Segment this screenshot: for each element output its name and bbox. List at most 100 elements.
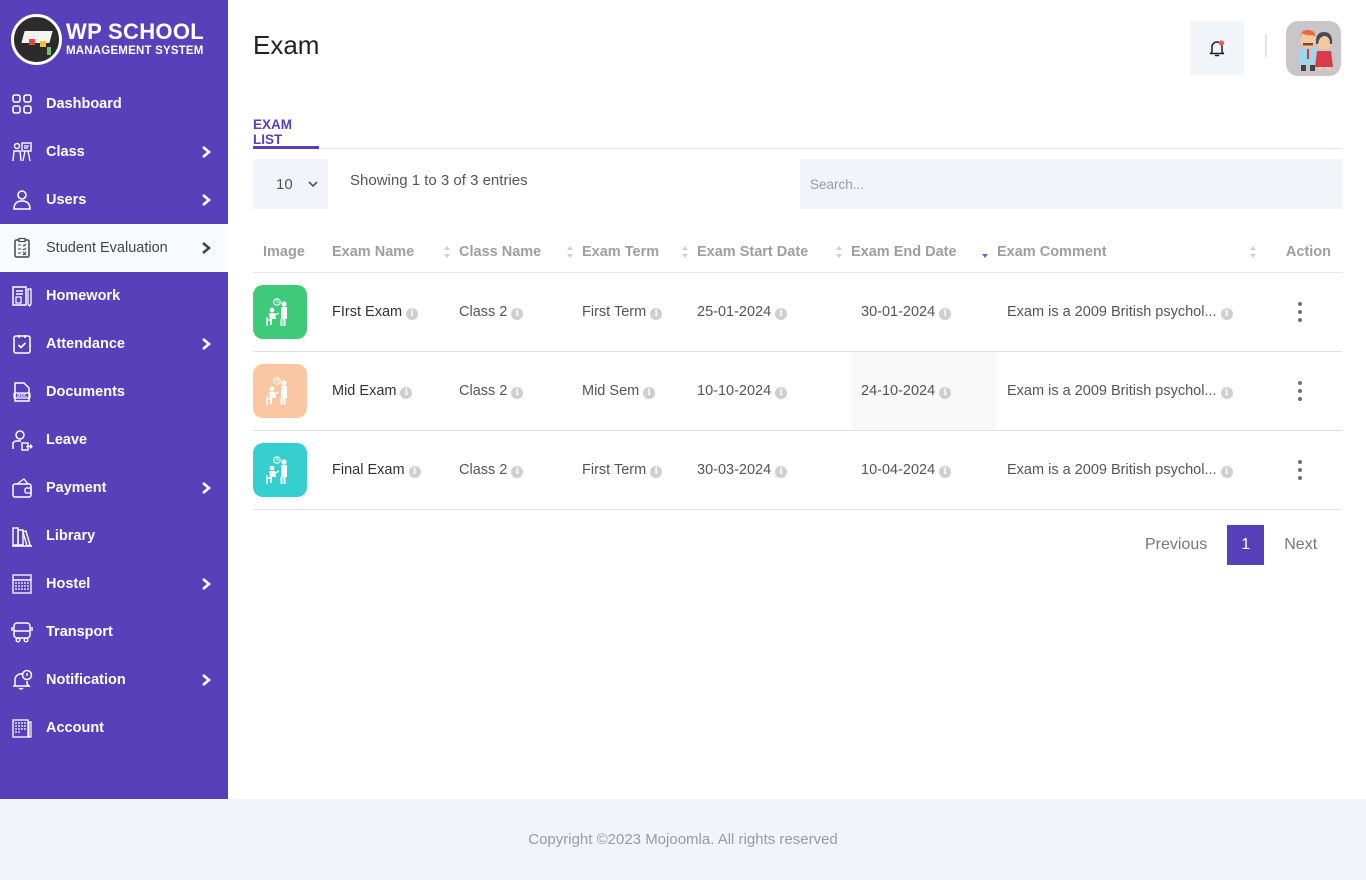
attendance-icon — [11, 333, 33, 355]
sidebar-item-label: Dashboard — [46, 96, 122, 112]
info-icon[interactable]: i — [408, 465, 421, 478]
sidebar-item-label: Account — [46, 720, 104, 736]
page-1-button[interactable]: 1 — [1227, 525, 1265, 565]
sidebar-item-users[interactable]: Users — [0, 176, 228, 224]
library-icon — [11, 525, 33, 547]
info-icon[interactable]: i — [511, 307, 524, 320]
sidebar-item-label: Documents — [46, 384, 125, 400]
info-icon[interactable]: i — [939, 386, 952, 399]
chevron-down-icon — [308, 181, 318, 188]
exam-name-cell: Final Exam i — [332, 430, 459, 510]
sidebar-item-leave[interactable]: Leave — [0, 416, 228, 464]
brand-title: WP SCHOOL — [66, 18, 204, 44]
info-icon[interactable]: i — [643, 386, 656, 399]
sidebar-item-label: Library — [46, 528, 96, 544]
column-header-image: Image — [253, 232, 332, 273]
info-icon[interactable]: i — [650, 307, 663, 320]
action-cell — [1265, 272, 1342, 352]
exam-name-cell: Mid Exam i — [332, 351, 459, 431]
user-icon — [11, 189, 33, 211]
exam-term-cell: First Term i — [582, 430, 697, 510]
user-avatar[interactable] — [1286, 21, 1341, 76]
sidebar-item-attendance[interactable]: Attendance — [0, 320, 228, 368]
sidebar-item-label: Attendance — [46, 336, 125, 352]
column-header-comment[interactable]: Exam Comment — [997, 232, 1265, 273]
chevron-right-icon — [202, 338, 212, 350]
notifications-button[interactable] — [1190, 21, 1244, 75]
info-icon[interactable]: i — [400, 386, 413, 399]
column-header-end-date[interactable]: Exam End Date — [851, 232, 997, 273]
sidebar-item-class[interactable]: Class — [0, 128, 228, 176]
column-header-exam-term[interactable]: Exam Term — [582, 232, 697, 273]
info-icon[interactable]: i — [511, 386, 524, 399]
info-icon[interactable]: i — [775, 307, 788, 320]
brand-subtitle: MANAGEMENT SYSTEM — [66, 44, 204, 57]
info-icon[interactable]: i — [511, 465, 524, 478]
sidebar-item-label: Transport — [46, 624, 113, 640]
info-icon[interactable]: i — [650, 465, 663, 478]
column-header-start-date[interactable]: Exam Start Date — [697, 232, 851, 273]
notification-icon — [11, 669, 33, 691]
info-icon[interactable]: i — [1220, 307, 1233, 320]
chevron-right-icon — [202, 194, 212, 206]
exam-term-cell: Mid Sem i — [582, 351, 697, 431]
leave-icon — [11, 429, 33, 451]
sidebar-item-student-evaluation[interactable]: Student Evaluation — [0, 224, 228, 272]
pagination: Previous 1 Next — [1145, 525, 1317, 565]
sidebar-item-homework[interactable]: Homework — [0, 272, 228, 320]
info-icon[interactable]: i — [775, 386, 788, 399]
column-header-exam-name[interactable]: Exam Name — [332, 232, 459, 273]
class-icon — [11, 141, 33, 163]
sidebar-item-documents[interactable]: DOC Documents — [0, 368, 228, 416]
exam-name-cell: FIrst Exam i — [332, 272, 459, 352]
document-icon: DOC — [11, 381, 33, 403]
action-cell — [1265, 430, 1342, 510]
exam-image — [253, 284, 307, 339]
sidebar-item-dashboard[interactable]: Dashboard — [0, 80, 228, 128]
class-name-cell: Class 2i — [459, 272, 582, 352]
info-icon[interactable]: i — [939, 465, 952, 478]
page-length-value: 10 — [276, 175, 293, 193]
dashboard-icon — [11, 93, 33, 115]
header-divider — [1265, 34, 1267, 58]
info-icon[interactable]: i — [1220, 386, 1233, 399]
sidebar-item-library[interactable]: Library — [0, 512, 228, 560]
sidebar-item-notification[interactable]: Notification — [0, 656, 228, 704]
next-page-button[interactable]: Next — [1284, 536, 1317, 554]
sidebar-item-label: Class — [46, 144, 85, 160]
table-row[interactable]: Final Exam i Class 2 i First Term i 30-03-2024… — [253, 430, 1342, 510]
column-header-class-name[interactable]: Class Name — [459, 232, 582, 273]
info-icon[interactable]: i — [775, 465, 788, 478]
sidebar-item-payment[interactable]: Payment — [0, 464, 228, 512]
column-header-action: Action — [1265, 232, 1342, 273]
more-actions-icon[interactable] — [1290, 459, 1310, 480]
chevron-right-icon — [202, 242, 212, 254]
table-row[interactable]: Mid Exam i Class 2 i Mid Sem i 10-10-2024 i 24-1… — [253, 351, 1342, 431]
bell-icon — [1209, 40, 1225, 57]
start-date-cell: 30-03-2024 i — [697, 430, 851, 510]
sidebar-item-hostel[interactable]: Hostel — [0, 560, 228, 608]
sidebar-item-label: Notification — [46, 672, 126, 688]
brand[interactable]: WP SCHOOL MANAGEMENT SYSTEM — [0, 0, 228, 78]
sidebar-nav: Dashboard Class Users Student Evaluation Hom… — [0, 80, 228, 752]
more-actions-icon[interactable] — [1290, 301, 1310, 322]
clipboard-icon — [11, 237, 33, 259]
info-icon[interactable]: i — [406, 307, 419, 320]
sidebar-item-label: Users — [46, 192, 87, 208]
page-length-select[interactable]: 10 — [253, 159, 328, 209]
sidebar: WP SCHOOL MANAGEMENT SYSTEM Dashboard Cla… — [0, 0, 228, 799]
page-title: Exam — [253, 30, 320, 60]
table-row[interactable]: FIrst Exam i Class 2 i First Term i 25-01-2024… — [253, 272, 1342, 352]
chevron-right-icon — [202, 674, 212, 686]
tab-exam-list[interactable]: EXAM LIST — [253, 108, 319, 149]
more-actions-icon[interactable] — [1290, 380, 1310, 401]
hostel-icon — [11, 573, 33, 595]
sidebar-item-label: Leave — [46, 432, 88, 448]
sidebar-item-transport[interactable]: Transport — [0, 608, 228, 656]
info-icon[interactable]: i — [939, 307, 952, 320]
sidebar-item-account[interactable]: Account — [0, 704, 228, 752]
previous-page-button[interactable]: Previous — [1145, 536, 1207, 554]
search-input[interactable] — [800, 159, 1343, 209]
info-icon[interactable]: i — [1220, 465, 1233, 478]
exam-table: Image Exam Name Class Name Exam Term Exa… — [253, 232, 1342, 510]
